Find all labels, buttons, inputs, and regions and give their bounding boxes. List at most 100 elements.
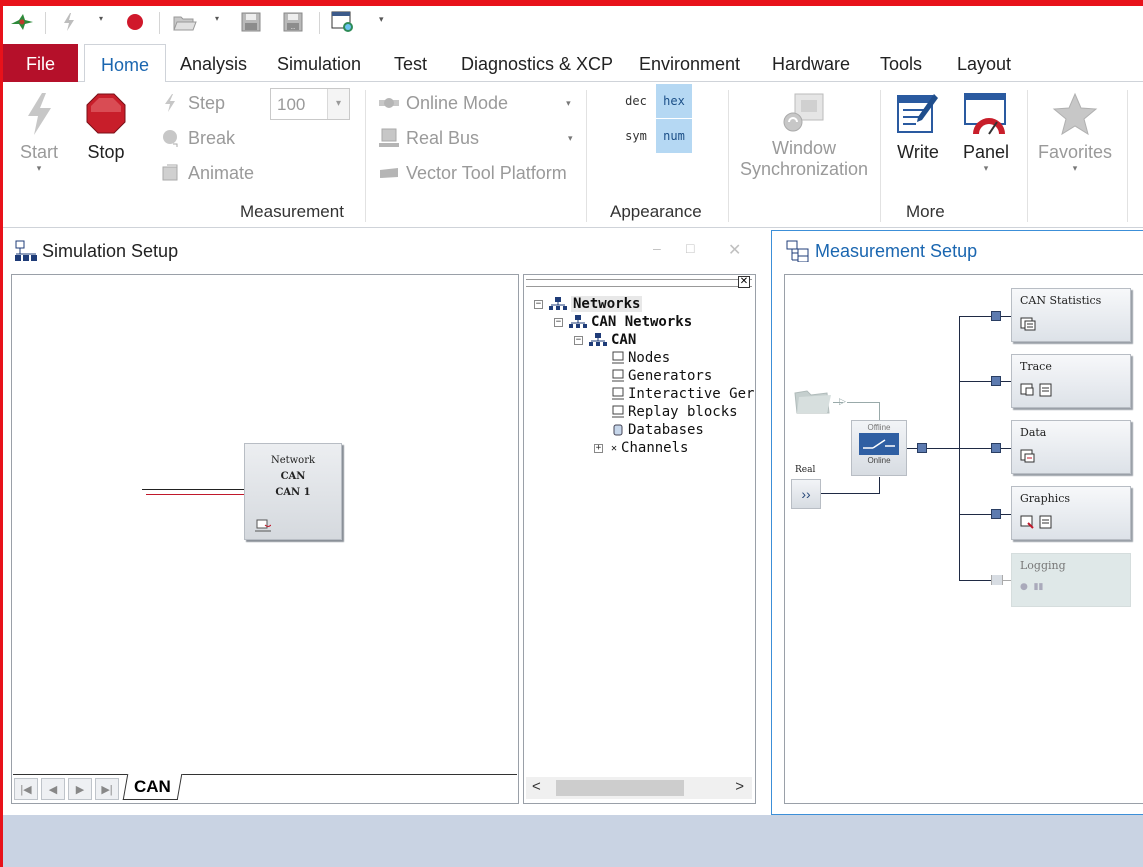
vector-tool-platform-button[interactable]: Vector Tool Platform bbox=[378, 162, 567, 184]
tree-item-can[interactable]: − CAN bbox=[574, 331, 636, 349]
group-label-measurement: Measurement bbox=[240, 202, 344, 221]
scrollbar-thumb[interactable] bbox=[556, 780, 684, 796]
star-icon bbox=[1052, 92, 1098, 136]
step-button[interactable]: Step bbox=[160, 92, 225, 114]
favorites-dropdown-icon: ▾ bbox=[1072, 163, 1078, 173]
tab-tools[interactable]: Tools bbox=[864, 44, 938, 82]
tab-can[interactable]: CAN bbox=[122, 774, 183, 800]
first-tab-icon[interactable]: |◀ bbox=[14, 778, 38, 800]
window-synchronization-button[interactable]: Window Synchronization bbox=[739, 90, 869, 180]
save-icon[interactable] bbox=[239, 10, 263, 34]
logging-label: Logging bbox=[1020, 559, 1066, 572]
online-offline-switch[interactable]: Offline Online bbox=[851, 420, 907, 476]
measurement-canvas[interactable]: ▷ Real ›› Offline Online CAN Statistics … bbox=[784, 274, 1143, 804]
quick-access-toolbar: ▾ ▾ .. ▾ bbox=[3, 6, 1143, 40]
tab-file[interactable]: File bbox=[3, 44, 78, 82]
bus-node-icon bbox=[255, 519, 271, 532]
tab-test[interactable]: Test bbox=[378, 44, 443, 82]
start-button[interactable]: Start ▾ bbox=[13, 92, 65, 174]
scroll-right-icon[interactable]: > bbox=[735, 778, 744, 795]
offline-source-folder-icon[interactable] bbox=[793, 383, 833, 415]
spinner-dropdown-icon[interactable]: ▾ bbox=[327, 89, 349, 119]
tab-hardware[interactable]: Hardware bbox=[756, 44, 866, 82]
can-statistics-block[interactable]: CAN Statistics bbox=[1011, 288, 1131, 342]
real-bus-button[interactable]: Real Bus ▾ bbox=[378, 127, 573, 149]
expand-icon[interactable]: + bbox=[594, 443, 603, 453]
maximize-icon[interactable]: □ bbox=[686, 240, 694, 256]
vector-tool-platform-icon bbox=[378, 162, 400, 184]
tab-analysis[interactable]: Analysis bbox=[164, 44, 263, 82]
hotspot[interactable] bbox=[991, 443, 1001, 453]
hotspot[interactable] bbox=[991, 509, 1001, 519]
real-source-button[interactable]: ›› bbox=[791, 479, 821, 509]
open-folder-icon[interactable] bbox=[171, 10, 199, 34]
online-mode-icon bbox=[378, 92, 400, 114]
format-dec-button[interactable]: dec bbox=[618, 84, 654, 118]
channels-icon: ✕ bbox=[611, 442, 618, 454]
hotspot[interactable] bbox=[917, 443, 927, 453]
data-block[interactable]: Data bbox=[1011, 420, 1131, 474]
tab-simulation[interactable]: Simulation bbox=[261, 44, 377, 82]
tree-item-generators[interactable]: Generators bbox=[612, 367, 712, 385]
next-tab-icon[interactable]: ▶ bbox=[68, 778, 92, 800]
stop-button[interactable]: Stop bbox=[81, 92, 131, 163]
customize-toolbar-icon[interactable]: ▾ bbox=[379, 14, 384, 25]
tree-item-replay-blocks[interactable]: Replay blocks bbox=[612, 403, 738, 421]
panel-button[interactable]: Panel ▾ bbox=[961, 92, 1011, 174]
last-tab-icon[interactable]: ▶| bbox=[95, 778, 119, 800]
tree-item-databases[interactable]: Databases bbox=[612, 421, 704, 439]
hotspot[interactable] bbox=[991, 376, 1001, 386]
tree-item-nodes[interactable]: Nodes bbox=[612, 349, 670, 367]
stop-record-icon[interactable] bbox=[123, 10, 147, 34]
break-button[interactable]: Break bbox=[160, 127, 235, 149]
collapse-icon[interactable]: − bbox=[534, 299, 543, 309]
prev-tab-icon[interactable]: ◀ bbox=[41, 778, 65, 800]
status-bar bbox=[3, 815, 1143, 867]
panel-gauge-icon bbox=[964, 93, 1006, 135]
switch-icon bbox=[859, 433, 899, 455]
tree-item-networks[interactable]: − Networks bbox=[534, 295, 643, 313]
format-hex-button[interactable]: hex bbox=[656, 84, 692, 118]
format-num-button[interactable]: num bbox=[656, 119, 692, 153]
format-sym-button[interactable]: sym bbox=[618, 119, 654, 153]
minimize-icon[interactable]: – bbox=[653, 240, 661, 256]
close-icon[interactable]: ✕ bbox=[728, 240, 741, 260]
online-mode-dropdown-icon: ▾ bbox=[566, 97, 571, 108]
tab-environment[interactable]: Environment bbox=[623, 44, 756, 82]
network-can1-block[interactable]: Network CAN CAN 1 bbox=[244, 443, 342, 540]
tree-item-can-networks[interactable]: − CAN Networks bbox=[554, 313, 692, 331]
animate-button[interactable]: Animate bbox=[160, 162, 254, 184]
real-source-icon: ›› bbox=[801, 486, 811, 502]
data-window-icon bbox=[1020, 449, 1035, 463]
connector bbox=[847, 402, 879, 403]
simulation-canvas[interactable]: Network CAN CAN 1 |◀ ◀ ▶ ▶| CAN bbox=[11, 274, 519, 804]
tree-item-channels[interactable]: + ✕ Channels bbox=[594, 439, 688, 457]
tree-close-icon[interactable]: ✕ bbox=[738, 276, 750, 288]
open-dropdown-icon[interactable]: ▾ bbox=[215, 14, 219, 23]
step-count-spinner[interactable]: 100 ▾ bbox=[270, 88, 350, 120]
tab-home[interactable]: Home bbox=[84, 44, 167, 83]
tab-diagnostics-xcp[interactable]: Diagnostics & XCP bbox=[445, 44, 629, 82]
hotspot[interactable] bbox=[991, 311, 1001, 321]
tree-horizontal-scrollbar[interactable]: < > bbox=[526, 777, 752, 799]
real-bus-label: Real Bus bbox=[406, 127, 480, 148]
start-dropdown-icon[interactable]: ▾ bbox=[99, 14, 103, 23]
trace-block[interactable]: Trace bbox=[1011, 354, 1131, 408]
tree-item-interactive-generators[interactable]: Interactive Ger bbox=[612, 385, 754, 403]
collapse-icon[interactable]: − bbox=[554, 317, 563, 327]
write-button[interactable]: Write bbox=[895, 92, 941, 163]
online-mode-button[interactable]: Online Mode ▾ bbox=[378, 92, 571, 114]
save-as-icon[interactable]: .. bbox=[281, 10, 305, 34]
favorites-button[interactable]: Favorites ▾ bbox=[1033, 92, 1117, 174]
tab-layout[interactable]: Layout bbox=[941, 44, 1027, 82]
collapse-icon[interactable]: − bbox=[574, 335, 583, 345]
logging-break-icon[interactable] bbox=[991, 575, 1003, 585]
start-lightning-icon[interactable] bbox=[59, 10, 79, 34]
logging-record-pause-icon: ● ▮▮ bbox=[1020, 582, 1044, 592]
scroll-left-icon[interactable]: < bbox=[532, 778, 541, 795]
network-tree-view[interactable]: ✕ − Networks − CAN Networks − CAN Nodes … bbox=[523, 274, 756, 804]
logging-block[interactable]: Logging ● ▮▮ bbox=[1011, 553, 1131, 607]
configuration-window-icon[interactable] bbox=[329, 10, 357, 34]
graphics-block[interactable]: Graphics bbox=[1011, 486, 1131, 540]
app-logo-icon[interactable] bbox=[7, 10, 37, 34]
